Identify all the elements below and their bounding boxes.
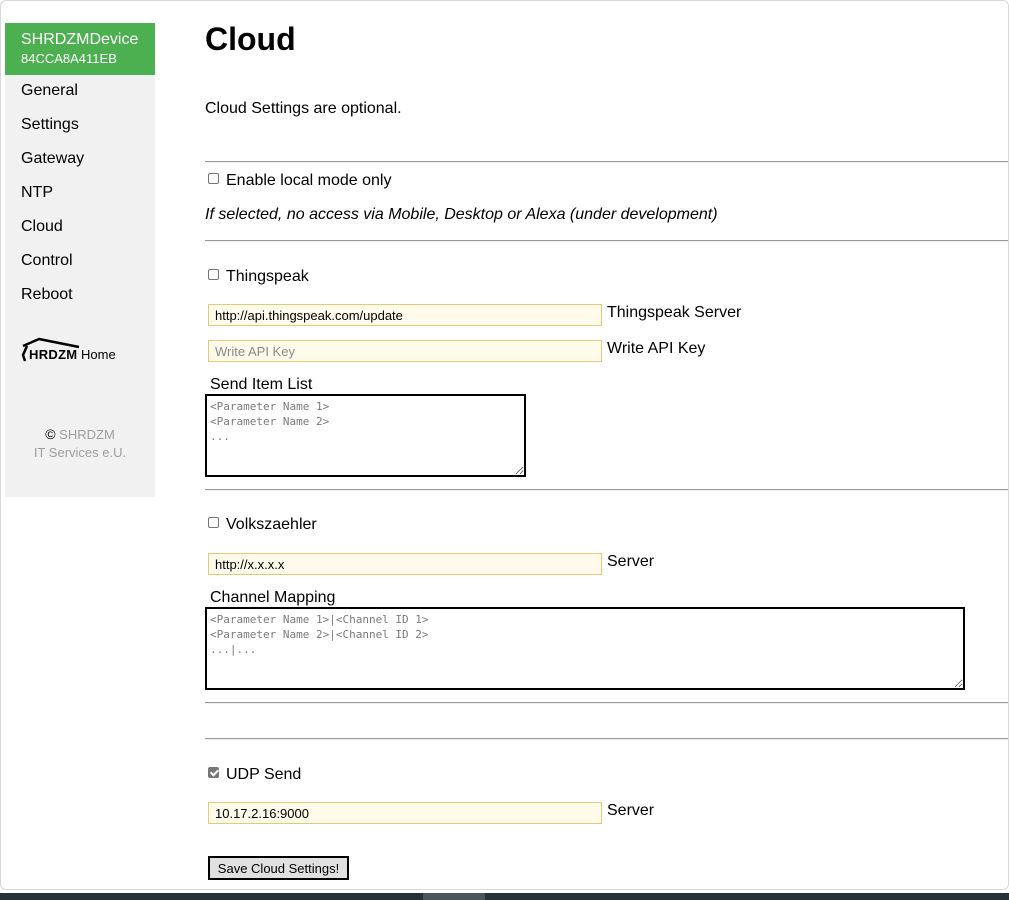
write-api-key-input[interactable] [208,340,602,362]
nav-settings[interactable]: Settings [21,116,79,134]
thingspeak-checkbox[interactable] [208,269,219,280]
divider [205,240,1008,242]
nav-ntp[interactable]: NTP [21,184,53,202]
thingspeak-server-label: Thingspeak Server [607,304,742,321]
volkszaehler-label[interactable]: Volkszaehler [226,516,317,534]
copyright-symbol: © [45,426,56,442]
copyright-company-suffix: IT Services e.U. [33,445,127,460]
volkszaehler-server-input[interactable] [208,553,602,575]
save-cloud-settings-button[interactable]: Save Cloud Settings! [208,856,349,880]
taskbar [0,893,1009,900]
nav-control[interactable]: Control [21,252,73,270]
device-header[interactable]: SHRDZMDevice 84CCA8A411EB [5,23,155,75]
logo-text: HRDZM [29,347,78,362]
local-mode-label[interactable]: Enable local mode only [226,172,391,190]
thingspeak-server-input[interactable] [208,304,602,326]
udp-server-label: Server [607,802,655,819]
sidebar: SHRDZMDevice 84CCA8A411EB General Settin… [5,23,155,497]
device-id: 84CCA8A411EB [21,51,117,66]
home-label: Home [81,347,116,362]
page-title: Cloud [205,21,296,57]
udp-server-input[interactable] [208,802,602,824]
send-item-list-textarea[interactable] [205,394,526,477]
divider [205,702,1008,704]
send-item-list-label: Send Item List [210,376,313,393]
divider [205,161,1008,163]
channel-mapping-label: Channel Mapping [210,589,336,606]
volkszaehler-checkbox[interactable] [208,517,219,528]
nav-gateway[interactable]: Gateway [21,150,84,168]
copyright-company: SHRDZM [59,427,115,442]
volkszaehler-server-label: Server [607,553,655,570]
thingspeak-label[interactable]: Thingspeak [226,268,309,286]
nav-reboot[interactable]: Reboot [21,286,73,304]
device-name: SHRDZMDevice [21,31,139,48]
nav-general[interactable]: General [21,82,78,100]
divider [205,489,1008,491]
copyright: © SHRDZM IT Services e.U. [5,425,155,462]
udp-send-label[interactable]: UDP Send [226,766,301,784]
write-api-key-label: Write API Key [607,340,706,357]
udp-send-checkbox[interactable] [208,767,219,778]
local-mode-checkbox[interactable] [208,173,219,184]
channel-mapping-textarea[interactable] [205,607,965,690]
intro-text: Cloud Settings are optional. [205,100,402,117]
browser-content: SHRDZMDevice 84CCA8A411EB General Settin… [0,0,1009,890]
taskbar-item[interactable] [423,893,485,900]
nav-cloud[interactable]: Cloud [21,218,63,236]
divider [205,738,1008,740]
local-mode-note: If selected, no access via Mobile, Deskt… [205,206,718,223]
